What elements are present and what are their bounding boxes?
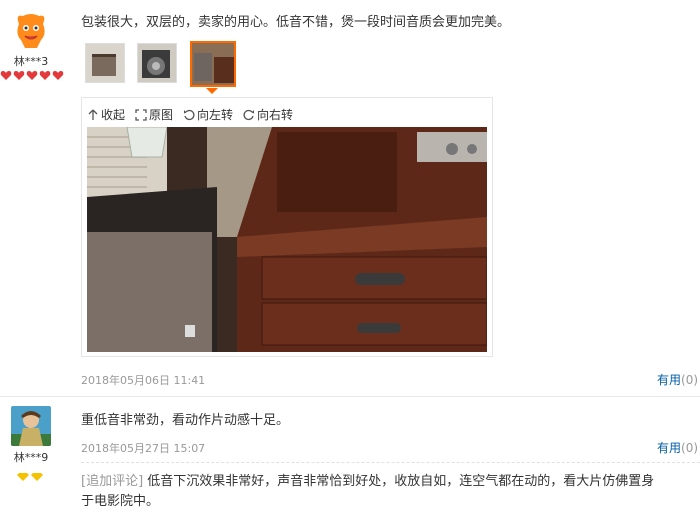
review-thumbnail[interactable]: [85, 43, 125, 83]
followup-comment: [追加评论] 低音下沉效果非常好，声音非常恰到好处，收放自如，连空气都在动的，看…: [81, 472, 700, 512]
helpful-label: 有用: [657, 373, 682, 387]
original-image-label: 原图: [149, 108, 174, 122]
followup-divider: [81, 462, 700, 463]
speaker-photo-icon: [86, 44, 124, 82]
helpful-label: 有用: [657, 441, 682, 455]
collapse-label: 收起: [101, 108, 126, 122]
followup-text: 低音下沉效果非常好，声音非常恰到好处，收放自如，连空气都在动的，看大片仿佛置身: [147, 474, 655, 489]
review-text: 重低音非常劲，看动作片动感十足。: [81, 413, 290, 428]
rotate-right-label: 向右转: [257, 108, 294, 122]
review-thumbnail[interactable]: [137, 43, 177, 83]
user-level-badge: [17, 467, 45, 486]
image-viewer: 收起 原图 向左转 向右转: [81, 97, 493, 357]
avatar-character-icon: [11, 406, 51, 446]
user-level-badge: [0, 69, 64, 81]
speaker-cabinet-photo: [87, 127, 487, 352]
review-thumbnail-selected[interactable]: [190, 41, 236, 87]
review-date: 2018年05月06日 11:41: [81, 374, 206, 387]
expand-icon: [135, 108, 147, 121]
collapse-button[interactable]: 收起: [87, 106, 125, 123]
speaker-photo-icon: [138, 44, 176, 82]
followup-text-continued: 于电影院中。: [81, 494, 160, 509]
original-image-button[interactable]: 原图: [135, 106, 173, 123]
helpful-count: (0): [681, 441, 699, 455]
review-text: 包装很大，双层的，卖家的用心。低音不错，煲一段时间音质会更加完美。: [81, 15, 511, 30]
rotate-left-icon: [184, 109, 195, 120]
review-date: 2018年05月27日 15:07: [81, 442, 206, 455]
review-divider: [0, 396, 700, 397]
rotate-left-button[interactable]: 向左转: [183, 106, 233, 123]
speaker-photo-icon: [192, 43, 234, 85]
heart-badges-icon: [0, 71, 64, 80]
rotate-right-icon: [243, 109, 255, 120]
arrow-up-icon: [88, 109, 98, 120]
username: 林***3: [13, 55, 49, 68]
helpful-count: (0): [681, 373, 699, 387]
diamond-badges-icon: [17, 473, 43, 481]
rotate-right-button[interactable]: 向右转: [243, 106, 293, 123]
avatar[interactable]: [11, 10, 51, 50]
avatar-cartoon-icon: [11, 10, 51, 50]
rotate-left-label: 向左转: [197, 108, 234, 122]
avatar[interactable]: [11, 406, 51, 446]
helpful-button[interactable]: 有用(0): [657, 371, 698, 388]
review-photo[interactable]: [87, 127, 487, 352]
selected-pointer-icon: [206, 88, 218, 94]
followup-tag: [追加评论]: [81, 474, 144, 489]
helpful-button[interactable]: 有用(0): [657, 439, 698, 456]
username: 林***9: [13, 451, 49, 464]
